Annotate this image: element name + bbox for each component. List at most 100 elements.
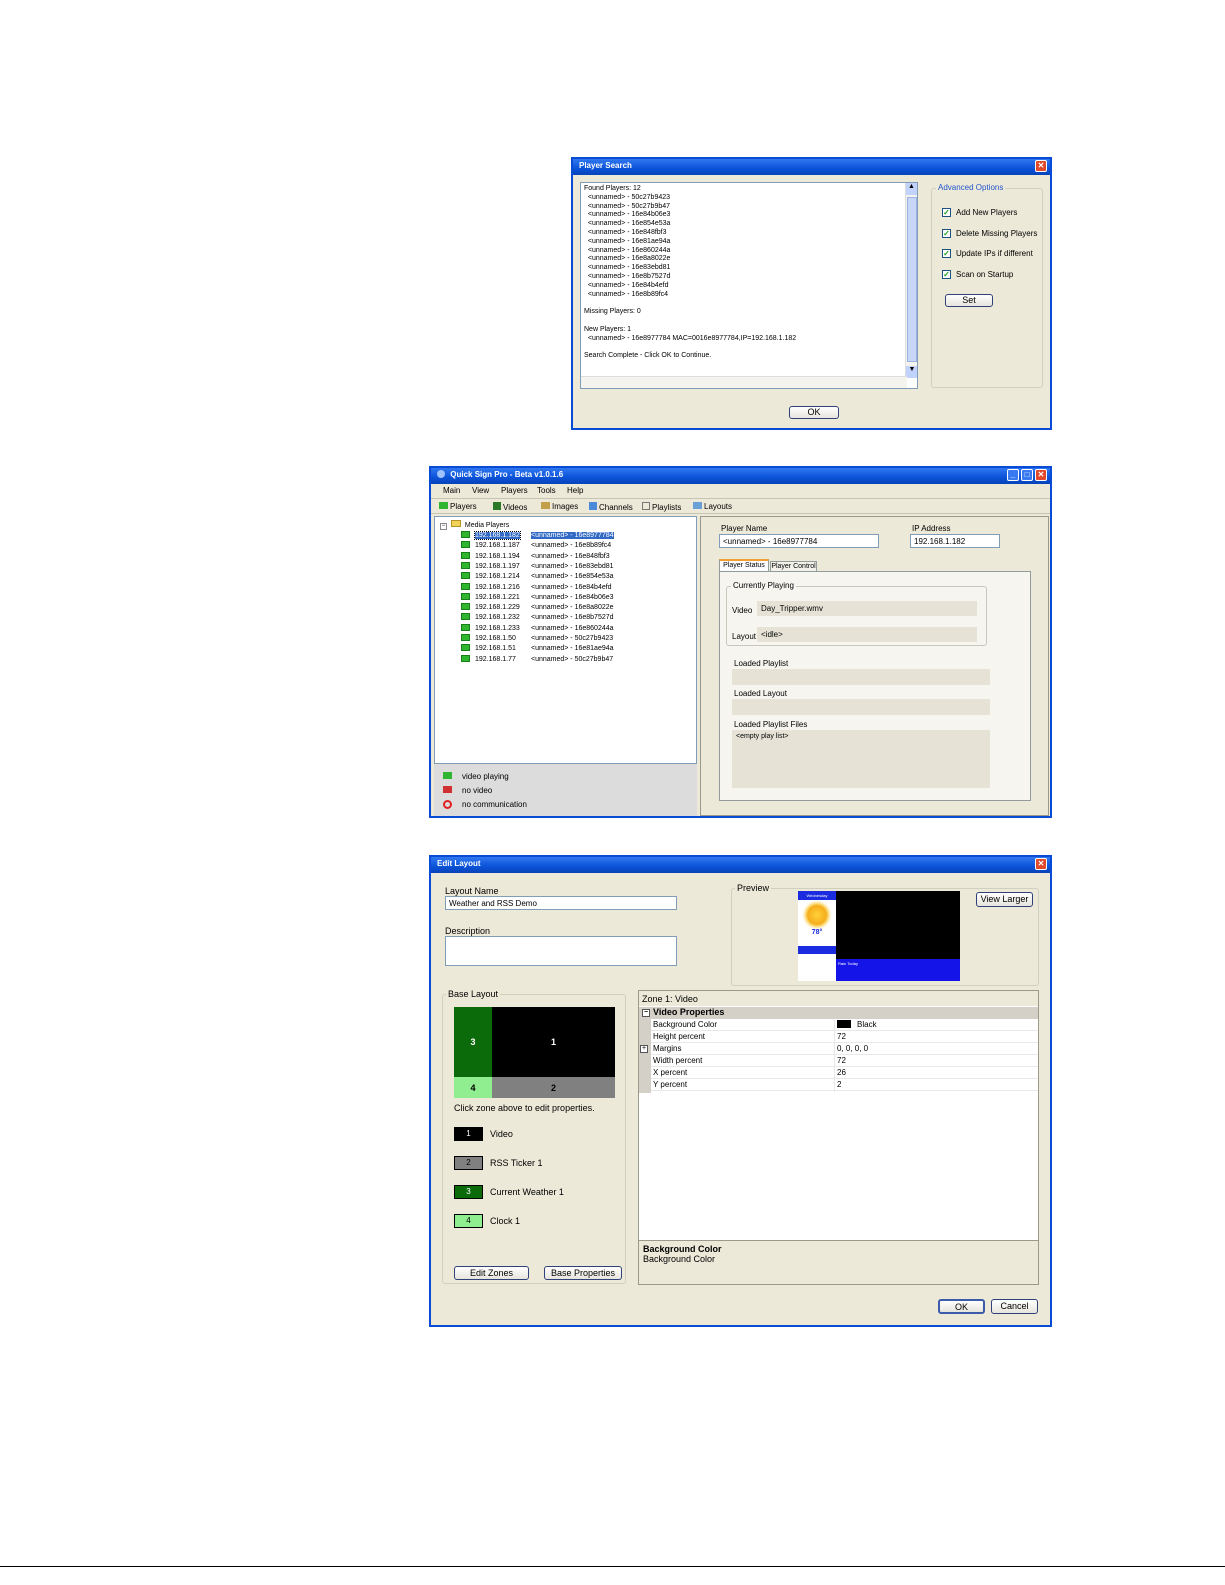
ip-address-field[interactable]: 192.168.1.182 bbox=[910, 534, 1000, 548]
menu-view[interactable]: View bbox=[472, 486, 489, 495]
preview-label: Preview bbox=[735, 883, 772, 893]
tree-player-row[interactable]: 192.168.1.221 <unnamed> - 16e84b06e3 bbox=[461, 592, 614, 603]
description-input[interactable] bbox=[445, 936, 677, 966]
scroll-down-icon[interactable]: ▼ bbox=[906, 366, 917, 378]
tree-player-row[interactable]: 192.168.1.233 <unnamed> - 16e860244a bbox=[461, 623, 614, 634]
menu-players[interactable]: Players bbox=[501, 486, 528, 495]
player-name: <unnamed> - 16e84b4efd bbox=[531, 583, 612, 591]
player-status-icon bbox=[461, 531, 470, 538]
player-name: <unnamed> - 50c27b9423 bbox=[531, 635, 614, 642]
prop-row-margins[interactable]: + Margins 0, 0, 0, 0 bbox=[640, 1043, 1038, 1056]
legend-zone-2-label: RSS Ticker 1 bbox=[490, 1158, 543, 1168]
zone-4[interactable]: 4 bbox=[454, 1077, 492, 1098]
prop-row-height-percent[interactable]: Height percent 72 bbox=[651, 1031, 1038, 1044]
player-search-titlebar[interactable]: Player Search ✕ bbox=[573, 159, 1050, 175]
legend-video-playing-label: video playing bbox=[462, 772, 509, 781]
view-larger-button[interactable]: View Larger bbox=[976, 892, 1033, 907]
preview-weather-bar bbox=[798, 946, 836, 954]
collapse-icon[interactable]: − bbox=[642, 1009, 650, 1017]
player-status-icon bbox=[461, 572, 470, 580]
prop-group-header[interactable]: − Video Properties bbox=[639, 1007, 1038, 1019]
layout-ok-button[interactable]: OK bbox=[938, 1299, 985, 1314]
player-status-icon bbox=[461, 551, 470, 559]
zone-2[interactable]: 2 bbox=[492, 1077, 615, 1098]
no-video-icon bbox=[443, 786, 452, 793]
layout-cancel-button[interactable]: Cancel bbox=[991, 1299, 1038, 1314]
property-help-panel: Background Color Background Color bbox=[639, 1240, 1038, 1284]
scroll-up-icon[interactable]: ▲ bbox=[906, 183, 917, 195]
preview-day: Wednesday bbox=[798, 891, 836, 900]
zone-1[interactable]: 1 bbox=[492, 1007, 615, 1077]
tree-player-row[interactable]: 192.168.1.187 <unnamed> - 16e8b89fc4 bbox=[461, 541, 611, 551]
prop-name: Background Color bbox=[653, 1020, 718, 1029]
player-ip: 192.168.1.51 bbox=[475, 645, 516, 653]
delete-missing-players-checkbox[interactable]: ✓ bbox=[942, 229, 951, 238]
menu-tools[interactable]: Tools bbox=[537, 486, 556, 495]
scan-on-startup-checkbox[interactable]: ✓ bbox=[942, 270, 951, 279]
vertical-scrollbar[interactable]: ▲ ▼ bbox=[905, 183, 917, 378]
tree-player-row[interactable]: 192.168.1.232 <unnamed> - 16e8b7527d bbox=[461, 613, 614, 623]
prop-rows: Background Color Black Height percent 72… bbox=[639, 1019, 1038, 1093]
set-button[interactable]: Set bbox=[945, 294, 993, 307]
tree-root-label: Media Players bbox=[464, 522, 510, 529]
tree-player-row[interactable]: 192.168.1.194 <unnamed> - 16e848fbf3 bbox=[461, 551, 610, 562]
close-icon[interactable]: ✕ bbox=[1035, 469, 1047, 481]
search-results-box[interactable]: Found Players: 12 <unnamed> - 50c27b9423… bbox=[580, 182, 918, 389]
legend-zone-1-label: Video bbox=[490, 1129, 513, 1139]
main-titlebar[interactable]: Quick Sign Pro - Beta v1.0.1.6 _ □ ✕ bbox=[431, 468, 1050, 484]
menu-help[interactable]: Help bbox=[567, 486, 583, 495]
no-communication-icon bbox=[443, 800, 452, 809]
close-icon[interactable]: ✕ bbox=[1035, 858, 1047, 870]
maximize-icon[interactable]: □ bbox=[1021, 469, 1033, 481]
prop-value[interactable]: 2 bbox=[834, 1080, 841, 1092]
images-icon bbox=[541, 502, 550, 509]
tab-playlists[interactable]: Playlists bbox=[642, 502, 681, 512]
horizontal-scrollbar[interactable] bbox=[581, 376, 907, 388]
tree-player-row[interactable]: 192.168.1.229 <unnamed> - 16e8a8022e bbox=[461, 603, 614, 613]
menu-main[interactable]: Main bbox=[443, 486, 460, 495]
tab-players[interactable]: Players bbox=[439, 502, 477, 511]
add-new-players-checkbox[interactable]: ✓ bbox=[942, 208, 951, 217]
tree-root[interactable]: − Media Players bbox=[440, 520, 509, 530]
layout-name-input[interactable]: Weather and RSS Demo bbox=[445, 896, 677, 910]
tree-player-row[interactable]: 192.168.1.77 <unnamed> - 50c27b9b47 bbox=[461, 654, 613, 665]
prop-row-background-color[interactable]: Background Color Black bbox=[651, 1019, 1038, 1032]
prop-row-width-percent[interactable]: Width percent 72 bbox=[651, 1055, 1038, 1068]
tab-images[interactable]: Images bbox=[541, 502, 578, 511]
tab-channels[interactable]: Channels bbox=[589, 502, 633, 512]
folder-icon bbox=[450, 520, 461, 527]
player-status-icon bbox=[461, 634, 470, 641]
preview-image: Wednesday 78° Rain Today bbox=[798, 891, 960, 981]
tab-layouts[interactable]: Layouts bbox=[693, 502, 732, 511]
app-logo-icon bbox=[437, 470, 445, 478]
close-icon[interactable]: ✕ bbox=[1035, 160, 1047, 172]
legend-no-communication: no communication bbox=[443, 800, 527, 809]
prop-row-x-percent[interactable]: X percent 26 bbox=[651, 1067, 1038, 1080]
search-ok-button[interactable]: OK bbox=[789, 406, 839, 419]
player-name: <unnamed> - 16e8a8022e bbox=[531, 604, 614, 612]
update-ips-checkbox[interactable]: ✓ bbox=[942, 249, 951, 258]
tree-player-row[interactable]: 192.168.1.182 <unnamed> - 16e8977784 bbox=[461, 531, 614, 541]
scroll-thumb[interactable] bbox=[907, 197, 917, 362]
prop-row-y-percent[interactable]: Y percent 2 bbox=[651, 1079, 1038, 1092]
tree-player-row[interactable]: 192.168.1.51 <unnamed> - 16e81ae94a bbox=[461, 644, 614, 654]
player-ip: 192.168.1.187 bbox=[475, 542, 520, 550]
tree-player-row[interactable]: 192.168.1.216 <unnamed> - 16e84b4efd bbox=[461, 582, 612, 593]
tree-player-row[interactable]: 192.168.1.197 <unnamed> - 16e83ebd81 bbox=[461, 561, 614, 572]
loaded-playlist-files-field: <empty play list> bbox=[732, 730, 990, 788]
base-properties-button[interactable]: Base Properties bbox=[544, 1266, 622, 1280]
player-name-field[interactable]: <unnamed> - 16e8977784 bbox=[719, 534, 879, 548]
currently-playing-title: Currently Playing bbox=[731, 581, 796, 590]
edit-layout-titlebar[interactable]: Edit Layout ✕ bbox=[431, 857, 1050, 873]
tree-player-row[interactable]: 192.168.1.214 <unnamed> - 16e854e53a bbox=[461, 572, 614, 582]
zone-3[interactable]: 3 bbox=[454, 1007, 492, 1077]
playlists-icon bbox=[642, 502, 650, 510]
minimize-icon[interactable]: _ bbox=[1007, 469, 1019, 481]
tab-videos[interactable]: Videos bbox=[493, 502, 527, 512]
edit-zones-button[interactable]: Edit Zones bbox=[454, 1266, 529, 1280]
status-tab-content: Currently Playing Video Day_Tripper.wmv … bbox=[719, 571, 1031, 801]
tree-player-row[interactable]: 192.168.1.50 <unnamed> - 50c27b9423 bbox=[461, 634, 613, 644]
player-status-icon bbox=[461, 613, 470, 621]
collapse-icon[interactable]: − bbox=[440, 523, 447, 530]
expand-icon[interactable]: + bbox=[640, 1045, 648, 1053]
